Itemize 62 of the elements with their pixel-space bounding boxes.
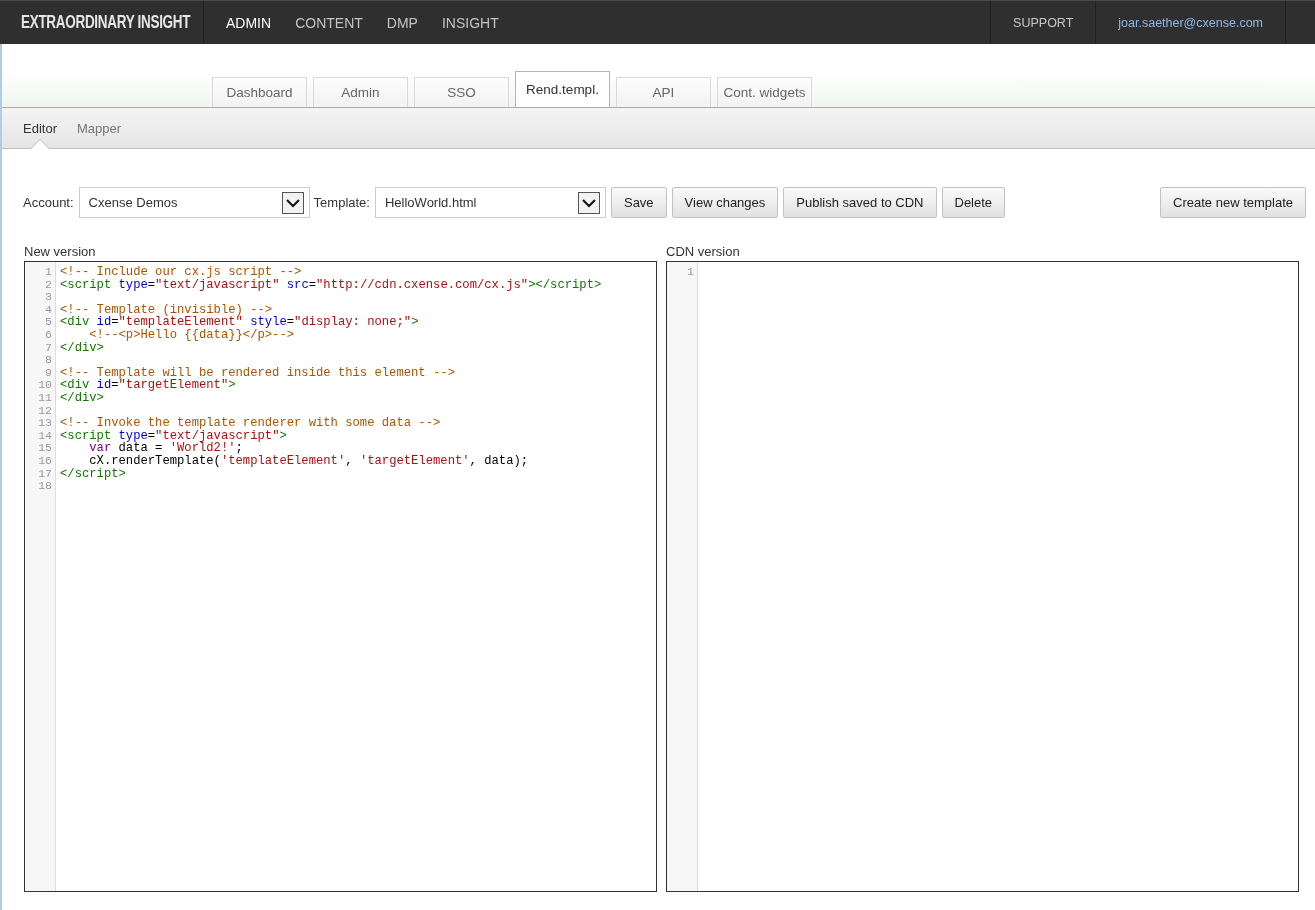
line-number: 15: [38, 442, 52, 455]
tab[interactable]: SSO: [414, 77, 509, 107]
nav-link[interactable]: ADMIN: [214, 1, 284, 44]
sub-tab[interactable]: Editor: [13, 108, 67, 149]
code-line: cX.renderTemplate('templateElement', 'targetElement', data);: [88, 454, 529, 468]
nav-link[interactable]: INSIGHT: [429, 1, 511, 44]
toolbar-button[interactable]: View changes: [671, 187, 779, 218]
line-number: 1: [45, 266, 52, 279]
field-label: Template:: [313, 195, 370, 210]
code-line: <!-- Template (invisible) -->: [60, 303, 273, 317]
line-number: 9: [45, 366, 52, 380]
nav-link[interactable]: SUPPORT: [991, 1, 1096, 44]
code-line: <!-- Invoke the template renderer with some data -->: [60, 417, 441, 430]
brand-logo[interactable]: EXTRAORDINARY INSIGHT: [21, 12, 191, 33]
tab[interactable]: Cont. widgets: [717, 77, 812, 107]
line-number: 8: [45, 354, 52, 367]
editor-title: CDN version: [666, 243, 740, 260]
line-number: 13: [38, 417, 52, 430]
dropdown-select[interactable]: Cxense Demos: [78, 187, 310, 218]
create-template-button[interactable]: Create new template: [1160, 187, 1306, 218]
code-line: <div id="templateElement" style="display: none;">: [60, 316, 419, 329]
toolbar-button[interactable]: Delete: [941, 187, 1006, 218]
sub-tab[interactable]: Mapper: [66, 108, 132, 149]
line-number: 2: [45, 278, 52, 292]
line-number: 14: [38, 429, 52, 443]
code-line: <script type="text/javascript" src="http://cdn.cxense.com/cx.js"></script>: [60, 278, 602, 292]
line-number: 17: [38, 467, 52, 481]
line-number: 12: [38, 404, 52, 418]
user-account-link[interactable]: joar.saether@cxense.com: [1096, 1, 1285, 44]
code-editor[interactable]: [24, 261, 657, 892]
dropdown-select[interactable]: HelloWorld.html: [374, 187, 606, 218]
nav-link[interactable]: CONTENT: [283, 1, 375, 44]
code-line: </div>: [60, 341, 104, 355]
tab[interactable]: API: [616, 77, 711, 107]
code-line: <script type="text/javascript">: [60, 429, 287, 443]
line-number: 4: [45, 303, 52, 317]
field-label: Account:: [23, 195, 74, 210]
code-line: <!--<p>Hello {{data}}</p>-->: [88, 328, 295, 342]
line-number: 6: [45, 328, 52, 342]
code-line: <div id="targetElement">: [60, 379, 236, 392]
code-line: <!-- Include our cx.js script -->: [60, 266, 302, 279]
editor-title: New version: [24, 243, 96, 260]
chevron-down-icon: [577, 191, 600, 214]
tab[interactable]: Admin: [313, 77, 408, 107]
line-number: 5: [45, 316, 52, 329]
toolbar-button[interactable]: Publish saved to CDN: [783, 187, 937, 218]
code-line: </div>: [60, 391, 104, 405]
line-number: 18: [38, 480, 52, 493]
tab[interactable]: Dashboard: [212, 77, 307, 107]
line-number: 11: [38, 391, 52, 405]
line-number: 7: [45, 341, 52, 355]
code-line: var data = 'World2!';: [89, 442, 243, 455]
line-number: 10: [38, 379, 52, 392]
nav-link[interactable]: DMP: [374, 1, 430, 44]
line-number: 3: [45, 291, 52, 304]
toolbar-button[interactable]: Save: [610, 187, 667, 218]
code-line: </script>: [60, 467, 126, 481]
line-number: 16: [38, 454, 52, 468]
code-line: <!-- Template will be rendered inside this element -->: [60, 366, 455, 380]
tab[interactable]: Rend.templ.: [515, 71, 610, 107]
line-number: 1: [687, 266, 694, 279]
chevron-down-icon: [281, 191, 304, 214]
